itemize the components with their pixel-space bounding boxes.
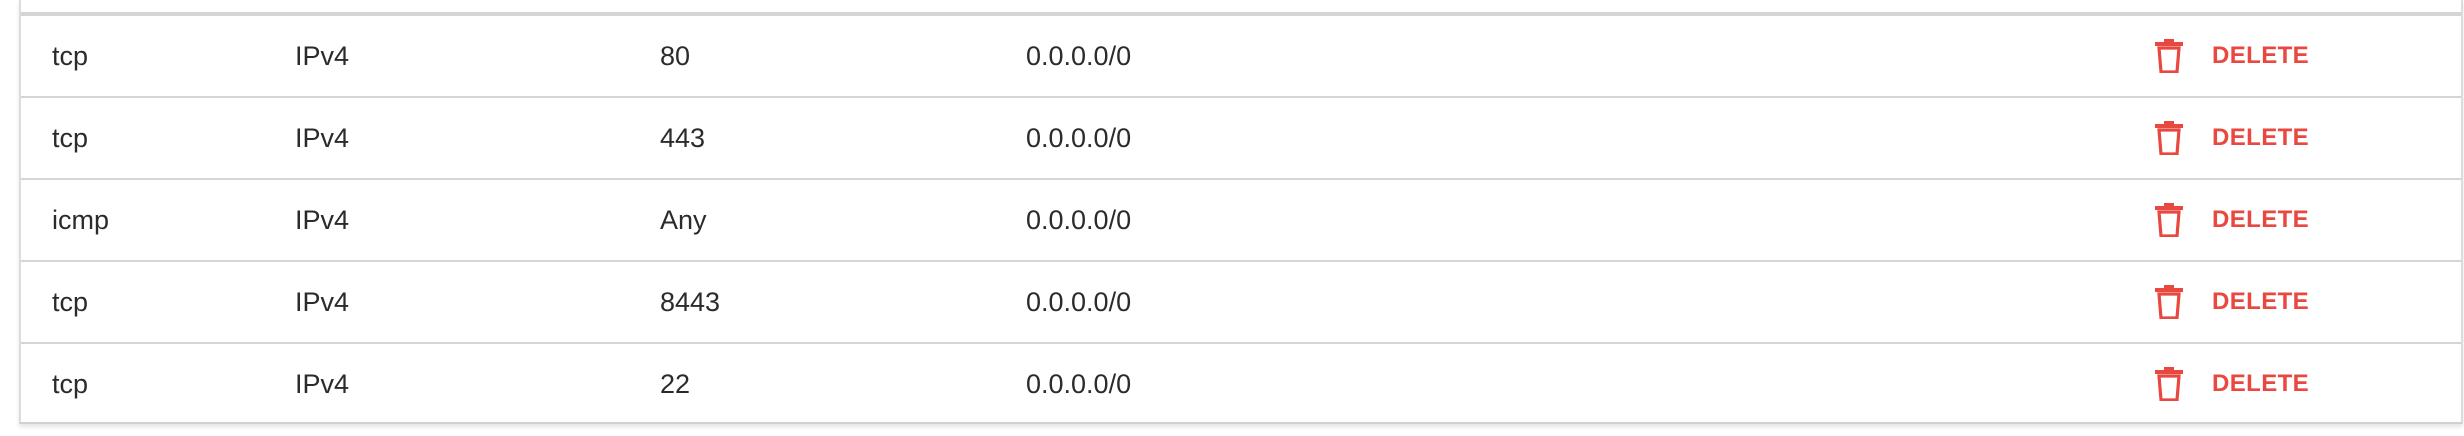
firewall-rules-table: tcp IPv4 80 0.0.0.0/0 DELETE tcp IPv4 44… (19, 0, 2463, 424)
delete-button[interactable]: DELETE (2154, 16, 2309, 96)
ip-version-cell: IPv4 (295, 205, 350, 235)
ip-version-cell: IPv4 (295, 287, 350, 317)
delete-button[interactable]: DELETE (2154, 262, 2309, 342)
port-cell: 443 (660, 123, 706, 153)
table-row: tcp IPv4 22 0.0.0.0/0 DELETE (21, 342, 2461, 424)
table-row: tcp IPv4 8443 0.0.0.0/0 DELETE (21, 260, 2461, 342)
port-cell: 22 (660, 369, 691, 399)
ip-version-cell: IPv4 (295, 123, 350, 153)
trash-icon (2154, 121, 2184, 155)
port-cell: 80 (660, 41, 691, 71)
source-cidr-cell: 0.0.0.0/0 (1026, 123, 1132, 153)
protocol-cell: tcp (52, 287, 89, 317)
ip-version-cell: IPv4 (295, 41, 350, 71)
protocol-cell: tcp (52, 41, 89, 71)
delete-button[interactable]: DELETE (2154, 98, 2309, 178)
delete-button[interactable]: DELETE (2154, 180, 2309, 260)
port-cell: 8443 (660, 287, 721, 317)
protocol-cell: icmp (52, 205, 110, 235)
trash-icon (2154, 203, 2184, 237)
protocol-cell: tcp (52, 369, 89, 399)
source-cidr-cell: 0.0.0.0/0 (1026, 205, 1132, 235)
delete-label: DELETE (2212, 206, 2310, 233)
trash-icon (2154, 367, 2184, 401)
source-cidr-cell: 0.0.0.0/0 (1026, 369, 1132, 399)
delete-label: DELETE (2212, 42, 2310, 69)
source-cidr-cell: 0.0.0.0/0 (1026, 287, 1132, 317)
delete-label: DELETE (2212, 124, 2310, 151)
table-row: icmp IPv4 Any 0.0.0.0/0 DELETE (21, 178, 2461, 260)
protocol-cell: tcp (52, 123, 89, 153)
ip-version-cell: IPv4 (295, 369, 350, 399)
delete-label: DELETE (2212, 370, 2310, 397)
table-row: tcp IPv4 443 0.0.0.0/0 DELETE (21, 96, 2461, 178)
source-cidr-cell: 0.0.0.0/0 (1026, 41, 1132, 71)
table-row: tcp IPv4 80 0.0.0.0/0 DELETE (21, 14, 2461, 96)
trash-icon (2154, 285, 2184, 319)
delete-label: DELETE (2212, 288, 2310, 315)
trash-icon (2154, 39, 2184, 73)
port-cell: Any (660, 205, 707, 235)
delete-button[interactable]: DELETE (2154, 344, 2309, 424)
